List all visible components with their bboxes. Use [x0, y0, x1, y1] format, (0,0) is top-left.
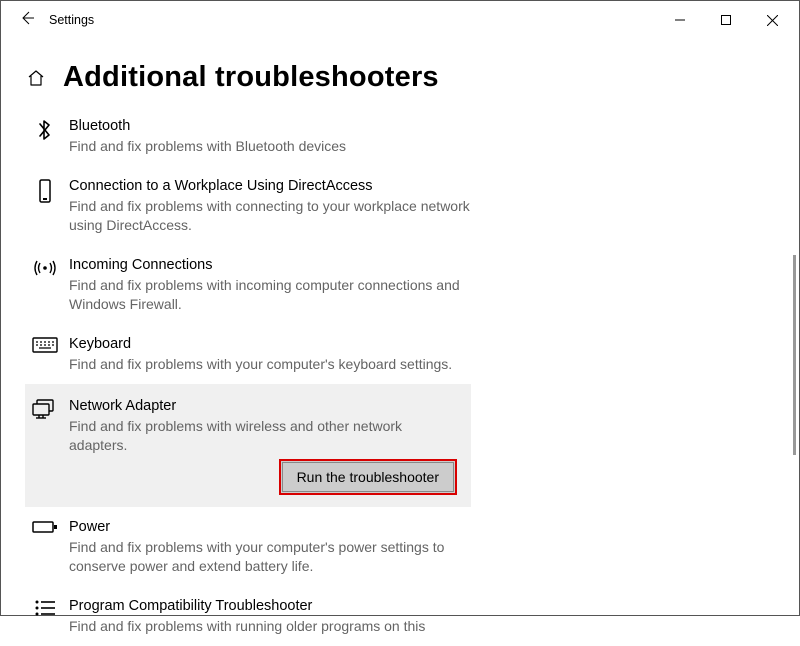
- item-directaccess[interactable]: Connection to a Workplace Using DirectAc…: [25, 166, 791, 245]
- home-icon[interactable]: [25, 67, 47, 89]
- keyboard-icon: [31, 334, 59, 374]
- battery-icon: [31, 517, 59, 576]
- item-title: Power: [69, 517, 479, 537]
- window-title: Settings: [49, 13, 94, 27]
- close-button[interactable]: [749, 5, 795, 35]
- item-power[interactable]: Power Find and fix problems with your co…: [25, 507, 791, 586]
- item-desc: Find and fix problems with running older…: [69, 617, 425, 636]
- item-desc: Find and fix problems with your computer…: [69, 355, 452, 374]
- item-bluetooth[interactable]: Bluetooth Find and fix problems with Blu…: [25, 106, 791, 166]
- troubleshooter-list: Bluetooth Find and fix problems with Blu…: [1, 106, 799, 646]
- item-title: Network Adapter: [69, 396, 447, 416]
- item-title: Program Compatibility Troubleshooter: [69, 596, 425, 616]
- list-icon: [31, 596, 59, 636]
- item-desc: Find and fix problems with Bluetooth dev…: [69, 137, 346, 156]
- maximize-button[interactable]: [703, 5, 749, 35]
- page-header: Additional troubleshooters: [1, 39, 799, 106]
- bluetooth-icon: [31, 116, 59, 156]
- item-title: Incoming Connections: [69, 255, 479, 275]
- item-title: Connection to a Workplace Using DirectAc…: [69, 176, 479, 196]
- item-title: Bluetooth: [69, 116, 346, 136]
- item-incoming[interactable]: Incoming Connections Find and fix proble…: [25, 245, 791, 324]
- item-compat[interactable]: Program Compatibility Troubleshooter Fin…: [25, 586, 791, 646]
- item-desc: Find and fix problems with your computer…: [69, 538, 479, 576]
- run-troubleshooter-button[interactable]: Run the troubleshooter: [279, 459, 457, 495]
- item-title: Keyboard: [69, 334, 452, 354]
- scrollbar[interactable]: [793, 255, 796, 455]
- item-network-adapter[interactable]: Network Adapter Find and fix problems wi…: [25, 384, 471, 507]
- phone-icon: [31, 176, 59, 235]
- item-desc: Find and fix problems with connecting to…: [69, 197, 479, 235]
- back-button[interactable]: [19, 10, 49, 31]
- network-adapter-icon: [31, 396, 59, 455]
- item-keyboard[interactable]: Keyboard Find and fix problems with your…: [25, 324, 791, 384]
- minimize-button[interactable]: [657, 5, 703, 35]
- titlebar: Settings: [1, 1, 799, 39]
- signal-icon: [31, 255, 59, 314]
- item-desc: Find and fix problems with incoming comp…: [69, 276, 479, 314]
- page-title: Additional troubleshooters: [63, 61, 439, 94]
- item-desc: Find and fix problems with wireless and …: [69, 417, 447, 455]
